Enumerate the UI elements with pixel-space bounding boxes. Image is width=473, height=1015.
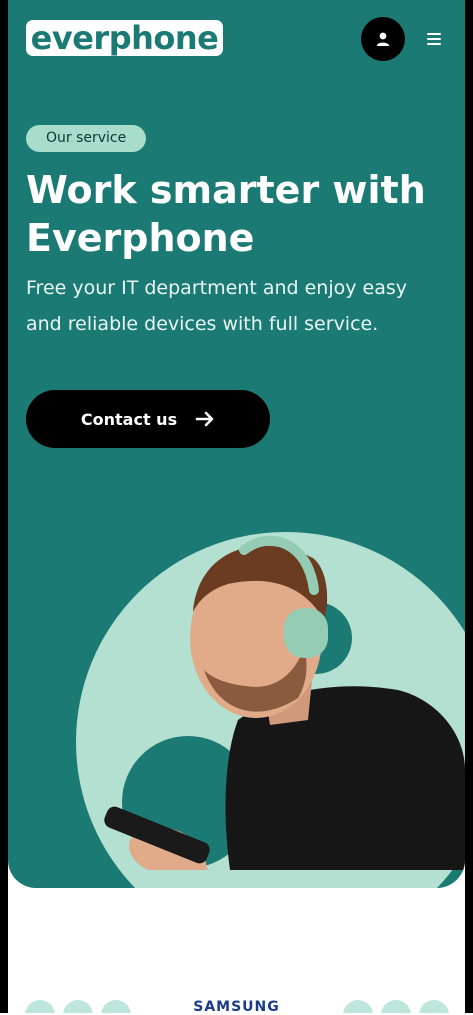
hero-subtext: Free your IT department and enjoy easy a… <box>26 277 407 335</box>
hamburger-menu-icon <box>427 33 441 45</box>
contact-us-label: Contact us <box>80 409 178 429</box>
service-badge: Our service <box>26 125 147 152</box>
hero-illustration <box>76 532 465 888</box>
frame-left-edge <box>0 0 8 1013</box>
frame-right-edge <box>465 0 473 1013</box>
arrow-right-icon <box>195 411 214 427</box>
hero-headline: Work smarter with Everphone <box>26 168 426 260</box>
user-icon <box>376 32 390 46</box>
contact-us-button[interactable]: Contact us <box>26 390 270 448</box>
account-button[interactable] <box>361 17 405 61</box>
hero-section: everphone Our service Work smarter with … <box>8 0 465 888</box>
everphone-logo[interactable]: everphone <box>26 20 223 56</box>
menu-button[interactable] <box>424 30 444 48</box>
